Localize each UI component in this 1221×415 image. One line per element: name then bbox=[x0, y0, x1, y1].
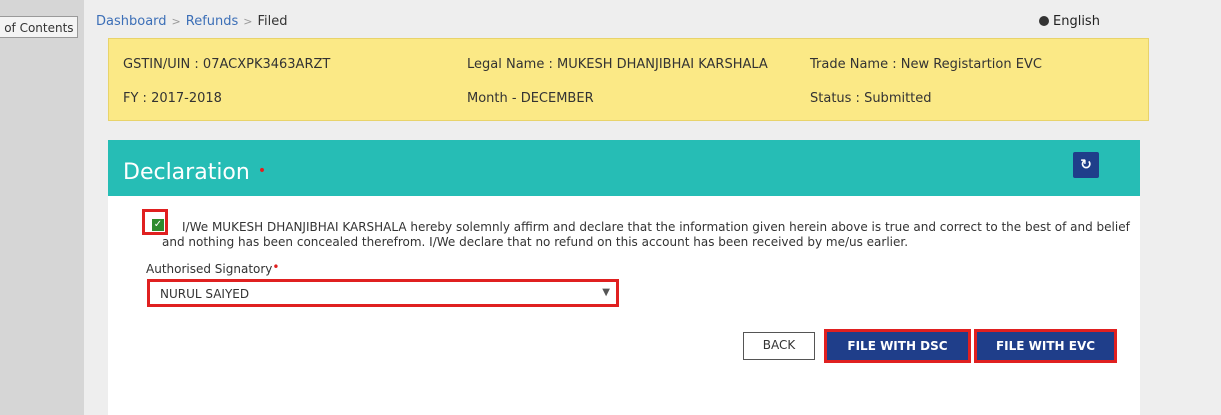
language-selector[interactable]: English bbox=[1039, 14, 1100, 29]
file-with-evc-button[interactable]: FILE WITH EVC bbox=[974, 329, 1117, 363]
top-bar: Dashboard > Refunds > Filed English bbox=[84, 0, 1221, 40]
refresh-icon: ↻ bbox=[1080, 157, 1092, 173]
required-marker: • bbox=[257, 163, 267, 179]
fy-text: FY : 2017-2018 bbox=[123, 91, 222, 106]
required-marker: • bbox=[272, 260, 280, 274]
breadcrumb: Dashboard > Refunds > Filed bbox=[96, 14, 288, 29]
breadcrumb-dashboard[interactable]: Dashboard bbox=[96, 14, 167, 29]
declaration-title-text: Declaration bbox=[123, 160, 250, 185]
authorised-signatory-label: Authorised Signatory• bbox=[146, 260, 280, 276]
checkmark-icon: ✓ bbox=[153, 219, 163, 230]
language-label: English bbox=[1053, 14, 1100, 29]
breadcrumb-refunds[interactable]: Refunds bbox=[186, 14, 239, 29]
breadcrumb-separator: > bbox=[243, 15, 253, 28]
globe-icon bbox=[1039, 16, 1049, 26]
taxpayer-info-box: GSTIN/UIN : 07ACXPK3463ARZT Legal Name :… bbox=[108, 38, 1149, 121]
status-text: Status : Submitted bbox=[810, 91, 932, 106]
legal-name-text: Legal Name : MUKESH DHANJIBHAI KARSHALA bbox=[467, 57, 768, 72]
refresh-button[interactable]: ↻ bbox=[1073, 152, 1099, 178]
trade-name-text: Trade Name : New Registartion EVC bbox=[810, 57, 1042, 72]
back-button[interactable]: BACK bbox=[743, 332, 815, 360]
breadcrumb-separator: > bbox=[171, 15, 181, 28]
table-of-contents-tab[interactable]: e of Contents bbox=[0, 16, 78, 38]
authorised-signatory-label-text: Authorised Signatory bbox=[146, 262, 273, 276]
breadcrumb-current: Filed bbox=[257, 14, 288, 29]
month-text: Month - DECEMBER bbox=[467, 91, 594, 106]
declaration-text: I/We MUKESH DHANJIBHAI KARSHALA hereby s… bbox=[162, 220, 1130, 249]
dropdown-arrow-icon: ▼ bbox=[602, 287, 610, 298]
authorised-signatory-value: NURUL SAIYED bbox=[160, 287, 250, 301]
main-content: Dashboard > Refunds > Filed English GSTIN/UI… bbox=[84, 0, 1221, 415]
declaration-panel: Declaration • ↻ ✓ I/We MUKESH DHANJIBHAI … bbox=[108, 140, 1140, 415]
declaration-header: Declaration • ↻ bbox=[108, 140, 1140, 196]
gstin-text: GSTIN/UIN : 07ACXPK3463ARZT bbox=[123, 57, 331, 72]
authorised-signatory-select[interactable]: NURUL SAIYED ▼ bbox=[147, 279, 619, 307]
declaration-title: Declaration • bbox=[123, 160, 266, 185]
file-with-dsc-button[interactable]: FILE WITH DSC bbox=[824, 329, 971, 363]
